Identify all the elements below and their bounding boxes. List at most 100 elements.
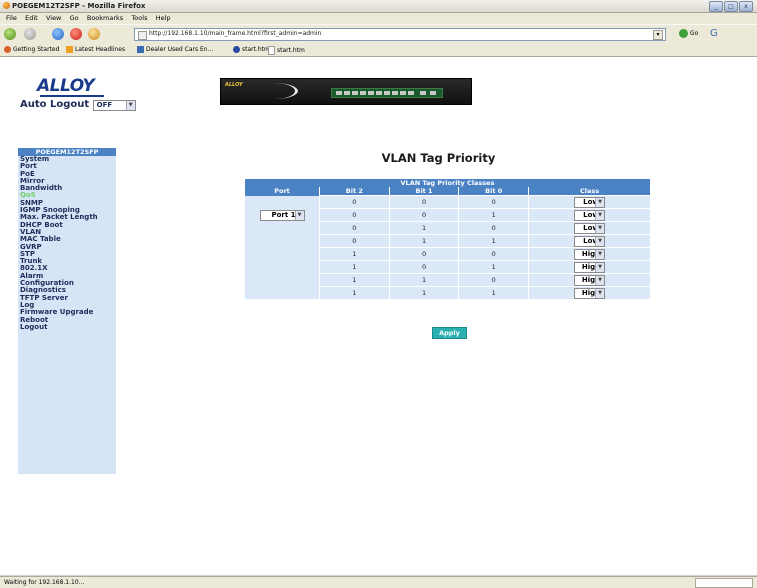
status-bar: Waiting for 192.168.1.10... xyxy=(0,576,757,588)
menu-view[interactable]: View xyxy=(46,14,61,22)
auto-logout-select[interactable]: OFF ▼ xyxy=(92,100,136,111)
bit1-cell: 0 xyxy=(388,247,459,261)
go-button[interactable]: Go xyxy=(679,29,698,38)
firefox-icon xyxy=(3,2,10,9)
go-icon xyxy=(679,29,688,38)
bookmark-getting-started[interactable]: Getting Started xyxy=(4,46,59,53)
address-url: http://192.168.1.10/main_frame.html?firs… xyxy=(149,30,322,37)
navigation-toolbar: http://192.168.1.10/main_frame.html?firs… xyxy=(0,24,757,44)
bit2-cell: 1 xyxy=(319,247,390,261)
page-content: ALLOY Auto Logout OFF ▼ ALLOY POEGEM12T2… xyxy=(0,57,757,575)
bit1-cell: 0 xyxy=(388,195,459,209)
vlan-tag-priority-table: VLAN Tag Priority Classes Port Bit 2 Bit… xyxy=(245,179,650,299)
class-select[interactable]: High ▼ xyxy=(574,248,606,260)
bookmark-dealer-used-cars[interactable]: Dealer Used Cars En... xyxy=(137,46,213,53)
window-controls: _ □ x xyxy=(709,1,753,12)
page-icon xyxy=(138,31,147,40)
firefox-bookmark-icon xyxy=(4,46,11,53)
globe-icon xyxy=(233,46,240,53)
bit1-cell: 0 xyxy=(388,208,459,222)
table-row: Port 1 ▼ 0 0 0 Low ▼ xyxy=(245,195,650,299)
bit2-cell: 1 xyxy=(319,286,390,299)
bit1-cell: 0 xyxy=(388,260,459,274)
class-select[interactable]: Low ▼ xyxy=(574,235,606,247)
menu-go[interactable]: Go xyxy=(70,14,79,22)
class-cell: High ▼ xyxy=(528,273,650,287)
chevron-down-icon: ▼ xyxy=(595,197,605,207)
address-dropdown-icon[interactable]: ▾ xyxy=(653,30,663,40)
back-icon[interactable] xyxy=(4,28,16,40)
bit0-cell: 0 xyxy=(458,247,529,261)
port-select-value: Port 1 xyxy=(271,210,296,219)
column-header-class: Class xyxy=(528,187,650,196)
chevron-down-icon: ▼ xyxy=(125,101,135,110)
device-swoosh xyxy=(251,83,298,99)
apply-button[interactable]: Apply xyxy=(432,327,467,339)
bit0-cell: 1 xyxy=(458,234,529,248)
bit2-cell: 0 xyxy=(319,195,390,209)
auto-logout-value: OFF xyxy=(96,101,113,109)
go-label: Go xyxy=(689,30,699,37)
bit0-cell: 0 xyxy=(458,273,529,287)
column-header-bit2: Bit 2 xyxy=(319,187,390,196)
bookmark-start-2[interactable]: start.htm xyxy=(268,46,305,55)
class-select[interactable]: High ▼ xyxy=(574,261,606,273)
bookmark-start-1[interactable]: start.htm xyxy=(233,46,270,53)
menu-file[interactable]: File xyxy=(6,14,17,22)
chevron-down-icon: ▼ xyxy=(595,249,605,259)
class-cell: Low ▼ xyxy=(528,221,650,235)
bookmarks-toolbar: Getting Started Latest Headlines Dealer … xyxy=(0,44,757,57)
menu-bookmarks[interactable]: Bookmarks xyxy=(87,14,123,22)
table-header-row: Port Bit 2 Bit 1 Bit 0 Class xyxy=(245,187,650,196)
menu-help[interactable]: Help xyxy=(156,14,171,22)
class-cell: Low ▼ xyxy=(528,208,650,222)
class-cell: High ▼ xyxy=(528,286,650,299)
logo-underline xyxy=(40,95,104,97)
page-title: VLAN Tag Priority xyxy=(381,151,496,165)
bit0-cell: 1 xyxy=(458,286,529,299)
class-cell: High ▼ xyxy=(528,260,650,274)
stop-icon[interactable] xyxy=(70,28,82,40)
reload-icon[interactable] xyxy=(52,28,64,40)
class-cell: Low ▼ xyxy=(528,195,650,209)
device-brand: ALLOY xyxy=(225,82,243,88)
rss-icon xyxy=(66,46,73,53)
port-cell: Port 1 ▼ xyxy=(245,195,320,299)
home-icon[interactable] xyxy=(88,28,100,40)
maximize-button[interactable]: □ xyxy=(724,1,738,12)
bit0-cell: 0 xyxy=(458,195,529,209)
bit0-cell: 1 xyxy=(458,260,529,274)
class-select[interactable]: Low ▼ xyxy=(574,209,606,221)
sidebar-item-logout[interactable]: Logout xyxy=(18,323,116,331)
class-select[interactable]: High ▼ xyxy=(574,274,606,286)
bit2-cell: 0 xyxy=(319,208,390,222)
menu-edit[interactable]: Edit xyxy=(25,14,38,22)
bit2-cell: 1 xyxy=(319,273,390,287)
column-header-port: Port xyxy=(245,187,320,196)
news-icon xyxy=(137,46,144,53)
class-select[interactable]: Low ▼ xyxy=(574,196,606,208)
switch-device-image: ALLOY xyxy=(220,78,472,105)
bit1-cell: 1 xyxy=(388,286,459,299)
sidebar-menu: POEGEM12T2SFP System Port PoE Mirror Ban… xyxy=(18,148,116,474)
class-select[interactable]: Low ▼ xyxy=(574,222,606,234)
menu-tools[interactable]: Tools xyxy=(131,14,147,22)
window-title: POEGEM12T2SFP - Mozilla Firefox xyxy=(12,2,146,10)
search-icon[interactable]: G xyxy=(710,28,718,39)
class-select[interactable]: High ▼ xyxy=(574,287,606,299)
alloy-logo: ALLOY xyxy=(37,76,95,96)
bit1-cell: 1 xyxy=(388,234,459,248)
close-button[interactable]: x xyxy=(739,1,753,12)
address-bar[interactable]: http://192.168.1.10/main_frame.html?firs… xyxy=(134,28,666,41)
bit2-cell: 1 xyxy=(319,260,390,274)
port-select[interactable]: Port 1 ▼ xyxy=(259,209,305,221)
bookmark-latest-headlines[interactable]: Latest Headlines xyxy=(66,46,125,53)
table-caption: VLAN Tag Priority Classes xyxy=(245,179,650,187)
chevron-down-icon: ▼ xyxy=(595,210,605,220)
forward-icon[interactable] xyxy=(24,28,36,40)
chevron-down-icon: ▼ xyxy=(294,210,304,220)
column-header-bit1: Bit 1 xyxy=(388,187,459,196)
minimize-button[interactable]: _ xyxy=(709,1,723,12)
bit0-cell: 0 xyxy=(458,221,529,235)
chevron-down-icon: ▼ xyxy=(595,275,605,285)
